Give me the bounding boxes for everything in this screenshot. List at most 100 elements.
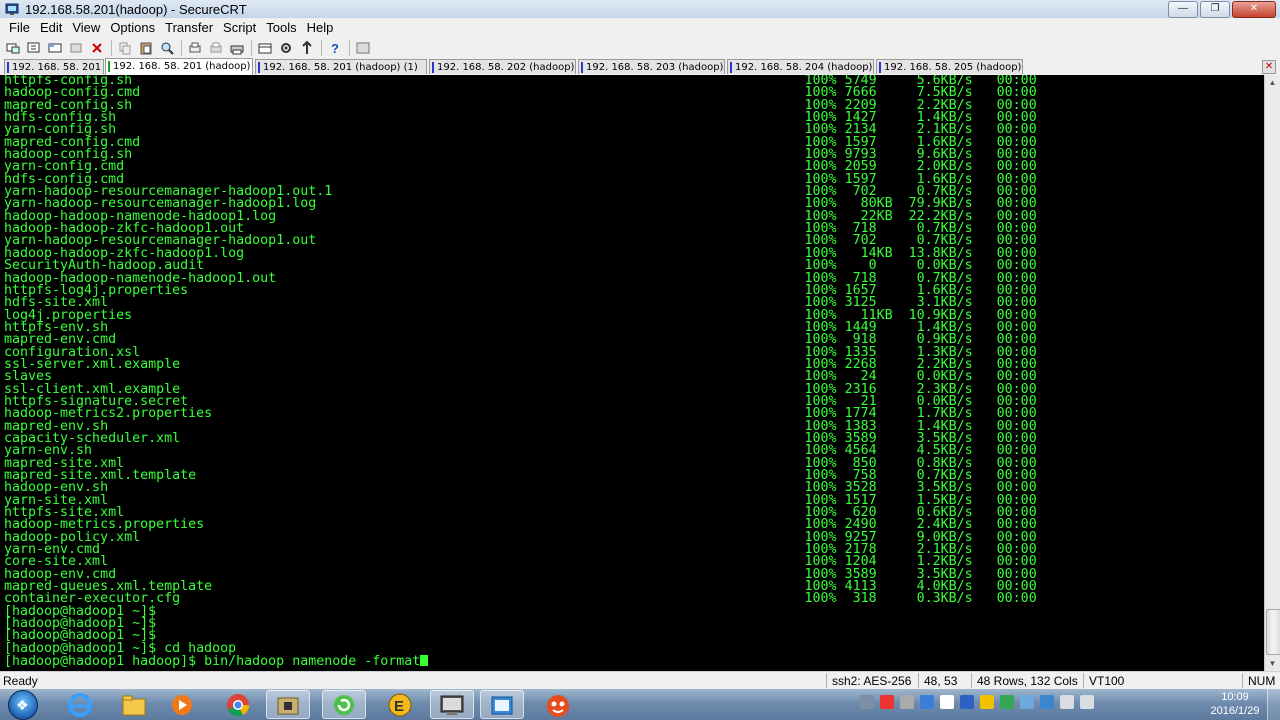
paste-icon[interactable] [137,39,155,57]
status-terminal-size: 48 Rows, 132 Cols [977,674,1078,688]
terminal-current-line: [hadoop@hadoop1 hadoop]$ bin/hadoop name… [4,654,1037,670]
network-icon[interactable] [1060,695,1074,709]
sftp-icon[interactable] [298,39,316,57]
status-divider [1242,673,1243,688]
menu-file[interactable]: File [4,20,35,35]
session-tab-bar: 192. 168. 58. 201 192. 168. 58. 201 (had… [0,58,1280,76]
session-tab[interactable]: 192. 168. 58. 204 (hadoop) [727,59,874,74]
toolbar-separator [181,39,182,56]
tab-label: 192. 168. 58. 202 (hadoop) [437,62,575,73]
tray-app-icon[interactable] [940,695,954,709]
menu-view[interactable]: View [67,20,105,35]
tab-label: 192. 168. 58. 201 (hadoop) [113,61,251,72]
taskbar-clock[interactable]: 10:09 2016/1/29 [1210,690,1260,718]
terminal-line: container-executor.cfg 100% 318 0.3KB/s … [4,591,1037,607]
find-icon[interactable] [158,39,176,57]
session-tab[interactable]: 192. 168. 58. 203 (hadoop) [578,59,725,74]
session-options-icon[interactable] [256,39,274,57]
printer-icon[interactable] [228,39,246,57]
bluetooth-icon[interactable] [960,695,974,709]
tray-app-icon[interactable] [1040,695,1054,709]
status-divider [826,673,827,688]
print-icon[interactable] [186,39,204,57]
tab-status-indicator [7,62,9,73]
menu-script[interactable]: Script [218,20,261,35]
disconnect-icon[interactable] [88,39,106,57]
print-selection-icon[interactable] [207,39,225,57]
session-tab[interactable]: 192. 168. 58. 202 (hadoop) [429,59,576,74]
tab-label: 192. 168. 58. 203 (hadoop) [586,62,724,73]
help-icon[interactable]: ? [326,39,344,57]
outlook-app-icon[interactable] [480,690,524,719]
volume-icon[interactable] [1080,695,1094,709]
copy-icon[interactable] [116,39,134,57]
toolbar-separator [251,39,252,56]
maximize-button[interactable]: ❐ [1200,1,1230,18]
media-player-icon[interactable] [160,690,204,719]
connect-icon[interactable] [4,39,22,57]
game-app-icon[interactable] [536,690,580,719]
terminal-line: [hadoop@hadoop1 ~]$ [4,603,157,619]
session-tab[interactable]: 192. 168. 58. 201 (hadoop) (1) [255,59,427,74]
tray-app-icon[interactable] [1020,695,1034,709]
session-tab[interactable]: 192. 168. 58. 201 [4,59,104,74]
reconnect-icon[interactable] [67,39,85,57]
tab-status-indicator [432,62,434,73]
tray-app-icon[interactable] [900,695,914,709]
menu-transfer[interactable]: Transfer [160,20,218,35]
terminal-scrollbar[interactable]: ▲ ▼ [1264,75,1280,671]
e-app-icon[interactable]: E [378,690,422,719]
securecrt-icon[interactable] [430,690,474,719]
show-desktop-button[interactable] [1267,689,1280,720]
scrollbar-thumb[interactable] [1266,609,1280,655]
toolbar-separator [321,39,322,56]
tray-app-icon[interactable] [920,695,934,709]
internet-explorer-icon[interactable] [58,690,102,719]
status-num-lock: NUM [1248,674,1276,688]
session-tab-active[interactable]: 192. 168. 58. 201 (hadoop) [105,58,253,75]
menu-options[interactable]: Options [105,20,160,35]
scroll-up-icon[interactable]: ▲ [1265,75,1280,90]
chrome-icon[interactable] [216,690,260,719]
close-button[interactable]: ✕ [1232,1,1276,18]
scroll-down-icon[interactable]: ▼ [1265,656,1280,671]
connect-tab-icon[interactable] [46,39,64,57]
svg-text:?: ? [331,41,339,55]
start-button[interactable]: ❖ [8,690,38,720]
toolbar: ? [0,37,1280,59]
green-refresh-icon[interactable] [322,690,366,719]
minimize-button[interactable]: — [1168,1,1198,18]
terminal-command-text: [hadoop@hadoop1 hadoop]$ bin/hadoop name… [4,654,421,670]
close-tab-icon[interactable]: ✕ [1262,60,1276,74]
tray-app-icon[interactable] [980,695,994,709]
menu-tools[interactable]: Tools [261,20,301,35]
status-divider [918,673,919,688]
session-tab[interactable]: 192. 168. 58. 205 (hadoop) [876,59,1023,74]
status-cursor-position: 48, 53 [924,674,958,688]
tab-label: 192. 168. 58. 204 (hadoop) [735,62,873,73]
status-cipher: ssh2: AES-256 [832,674,912,688]
tray-app-icon[interactable] [880,695,894,709]
quick-connect-icon[interactable] [25,39,43,57]
keymap-icon[interactable] [354,39,372,57]
menu-edit[interactable]: Edit [35,20,67,35]
status-emulation: VT100 [1089,674,1125,688]
terminal-line: [hadoop@hadoop1 ~]$ [4,616,157,632]
clock-time: 10:09 [1221,691,1249,703]
terminal-cursor [420,655,429,667]
tab-label: 192. 168. 58. 201 [12,62,102,73]
global-options-icon[interactable] [277,39,295,57]
tray-app-icon[interactable] [860,695,874,709]
status-divider [971,673,972,688]
tab-label: 192. 168. 58. 205 (hadoop) [884,62,1022,73]
windows-taskbar: ❖ E 10:09 2016/1/29 [0,689,1280,720]
tab-status-indicator [581,62,583,73]
terminal-view[interactable]: httpfs-config.sh 100% 5749 5.6KB/s 00:00… [0,75,1264,671]
security-shield-icon[interactable] [1000,695,1014,709]
app-folder-icon[interactable] [266,690,310,719]
window-title: 192.168.58.201(hadoop) - SecureCRT [25,1,247,17]
menu-help[interactable]: Help [302,20,339,35]
file-explorer-icon[interactable] [112,690,156,719]
toolbar-separator [349,39,350,56]
status-bar: Ready ssh2: AES-256 48, 53 48 Rows, 132 … [0,671,1280,689]
